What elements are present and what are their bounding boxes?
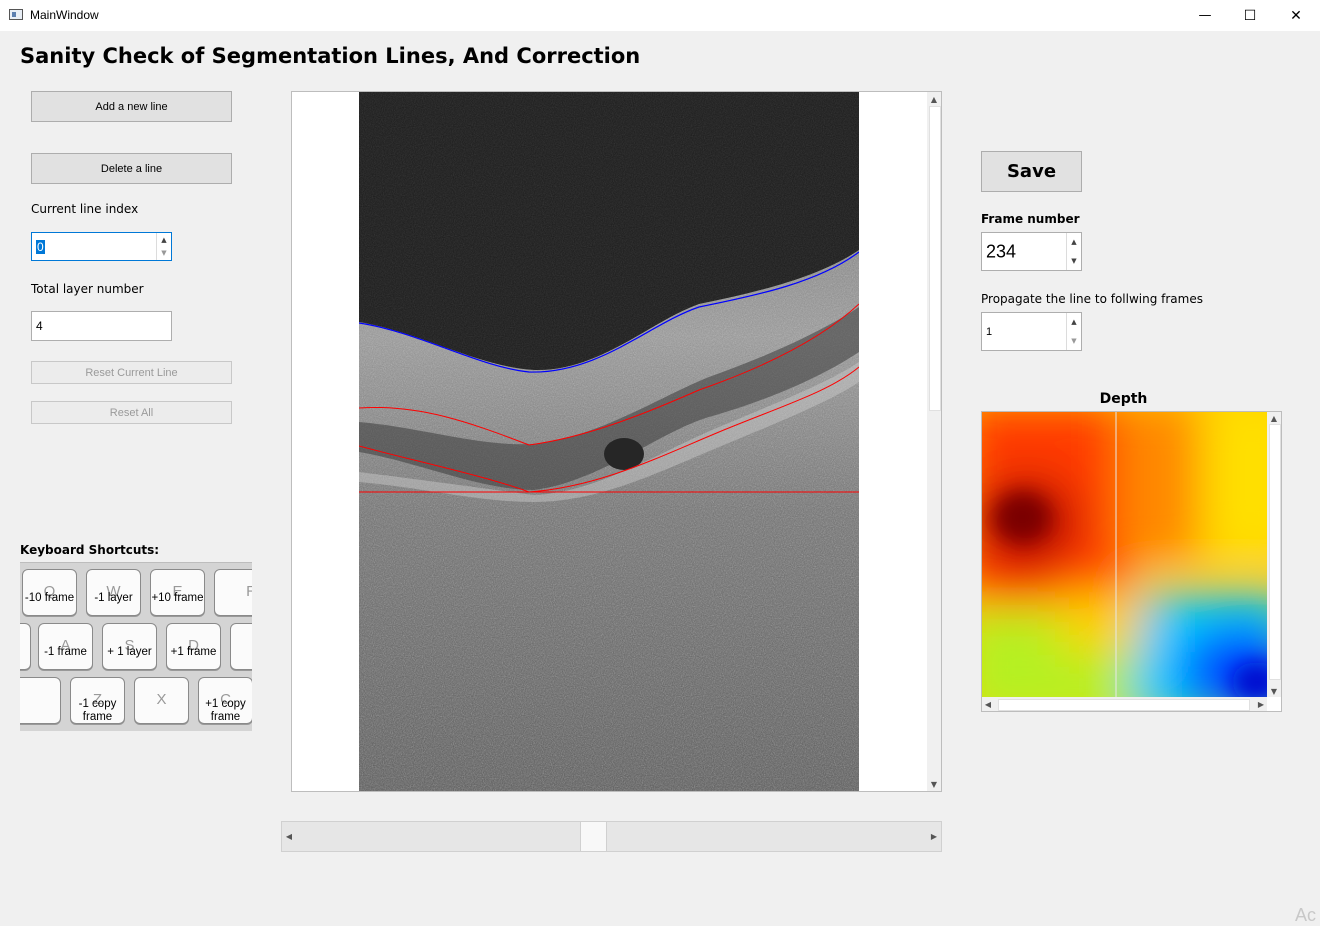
keyboard-shortcuts-image: Q-10 frame W-1 layer E+10 frame R A-1 fr… [20, 562, 252, 731]
scroll-left-icon[interactable]: ◀ [282, 822, 296, 851]
key-d: D +1 frame [166, 623, 221, 670]
viewer-vertical-scrollbar[interactable]: ▲ ▼ [927, 92, 941, 791]
depth-vscroll-thumb[interactable] [1269, 424, 1281, 680]
propagate-spinbox[interactable]: 1 ▲ ▼ [981, 312, 1082, 351]
key-f-partial [230, 623, 252, 670]
depth-hscroll-thumb[interactable] [998, 699, 1250, 711]
propagate-label: Propagate the line to follwing frames [981, 292, 1203, 306]
depth-horizontal-scrollbar[interactable]: ◀ ▶ [982, 697, 1267, 711]
scroll-right-icon[interactable]: ▶ [927, 822, 941, 851]
scroll-down-icon[interactable]: ▼ [927, 777, 941, 791]
delete-line-button[interactable]: Delete a line [31, 153, 232, 184]
key-a: A -1 frame [38, 623, 93, 670]
current-line-index-value[interactable]: 0 [36, 239, 45, 254]
key-r: R [214, 569, 252, 616]
watermark-text: Ac [1294, 905, 1316, 925]
key-z: Z -1 copy frame [70, 677, 125, 724]
key-q: Q -10 frame [22, 569, 77, 616]
spin-up-icon[interactable]: ▲ [157, 233, 171, 247]
total-layer-label: Total layer number [31, 282, 144, 296]
shortcuts-title: Keyboard Shortcuts: [20, 543, 160, 557]
horizontal-scroll-thumb[interactable] [580, 822, 607, 851]
spin-down-icon[interactable]: ▼ [1067, 332, 1081, 351]
spin-up-icon[interactable]: ▲ [1067, 233, 1081, 252]
window-title: MainWindow [30, 8, 99, 22]
scroll-up-icon[interactable]: ▲ [1267, 412, 1281, 424]
scroll-left-icon[interactable]: ◀ [982, 697, 994, 711]
scroll-down-icon[interactable]: ▼ [1267, 685, 1281, 697]
title-bar [0, 0, 1320, 31]
key-s: S + 1 layer [102, 623, 157, 670]
maximize-button[interactable]: ☐ [1227, 0, 1273, 31]
save-button[interactable]: Save [981, 151, 1082, 192]
total-layer-value[interactable]: 4 [36, 319, 43, 333]
frame-number-label: Frame number [981, 212, 1080, 226]
oct-bscan-image[interactable] [359, 92, 859, 791]
frame-number-spinbox[interactable]: 234 ▲ ▼ [981, 232, 1082, 271]
key-e: E +10 frame [150, 569, 205, 616]
reset-current-line-button[interactable]: Reset Current Line [31, 361, 232, 384]
current-line-index-spinbox[interactable]: 0 ▲ ▼ [31, 232, 172, 261]
current-line-index-label: Current line index [31, 202, 139, 216]
add-line-button[interactable]: Add a new line [31, 91, 232, 122]
scroll-right-icon[interactable]: ▶ [1255, 697, 1267, 711]
app-icon [9, 9, 23, 20]
propagate-value[interactable]: 1 [986, 326, 992, 338]
frame-number-value[interactable]: 234 [986, 241, 1016, 262]
total-layer-field[interactable]: 4 [31, 311, 172, 341]
spin-up-icon[interactable]: ▲ [1067, 313, 1081, 332]
depth-heatmap[interactable] [982, 412, 1267, 697]
scroll-up-icon[interactable]: ▲ [927, 92, 941, 106]
key-shift-partial [20, 677, 61, 724]
close-button[interactable]: ✕ [1273, 0, 1319, 31]
key-c: C +1 copy frame [198, 677, 252, 724]
spin-down-icon[interactable]: ▼ [1067, 252, 1081, 271]
spin-down-icon[interactable]: ▼ [157, 247, 171, 261]
depth-vertical-scrollbar[interactable]: ▲ ▼ [1267, 412, 1281, 697]
minimize-button[interactable]: — [1182, 0, 1228, 31]
vertical-scroll-thumb[interactable] [929, 106, 941, 411]
key-w: W -1 layer [86, 569, 141, 616]
depth-title: Depth [1099, 391, 1148, 407]
reset-all-button[interactable]: Reset All [31, 401, 232, 424]
key-x: X [134, 677, 189, 724]
frame-horizontal-scrollbar[interactable]: ◀ ▶ [281, 821, 942, 852]
key-tab-partial [20, 623, 31, 670]
page-title: Sanity Check of Segmentation Lines, And … [20, 44, 641, 68]
